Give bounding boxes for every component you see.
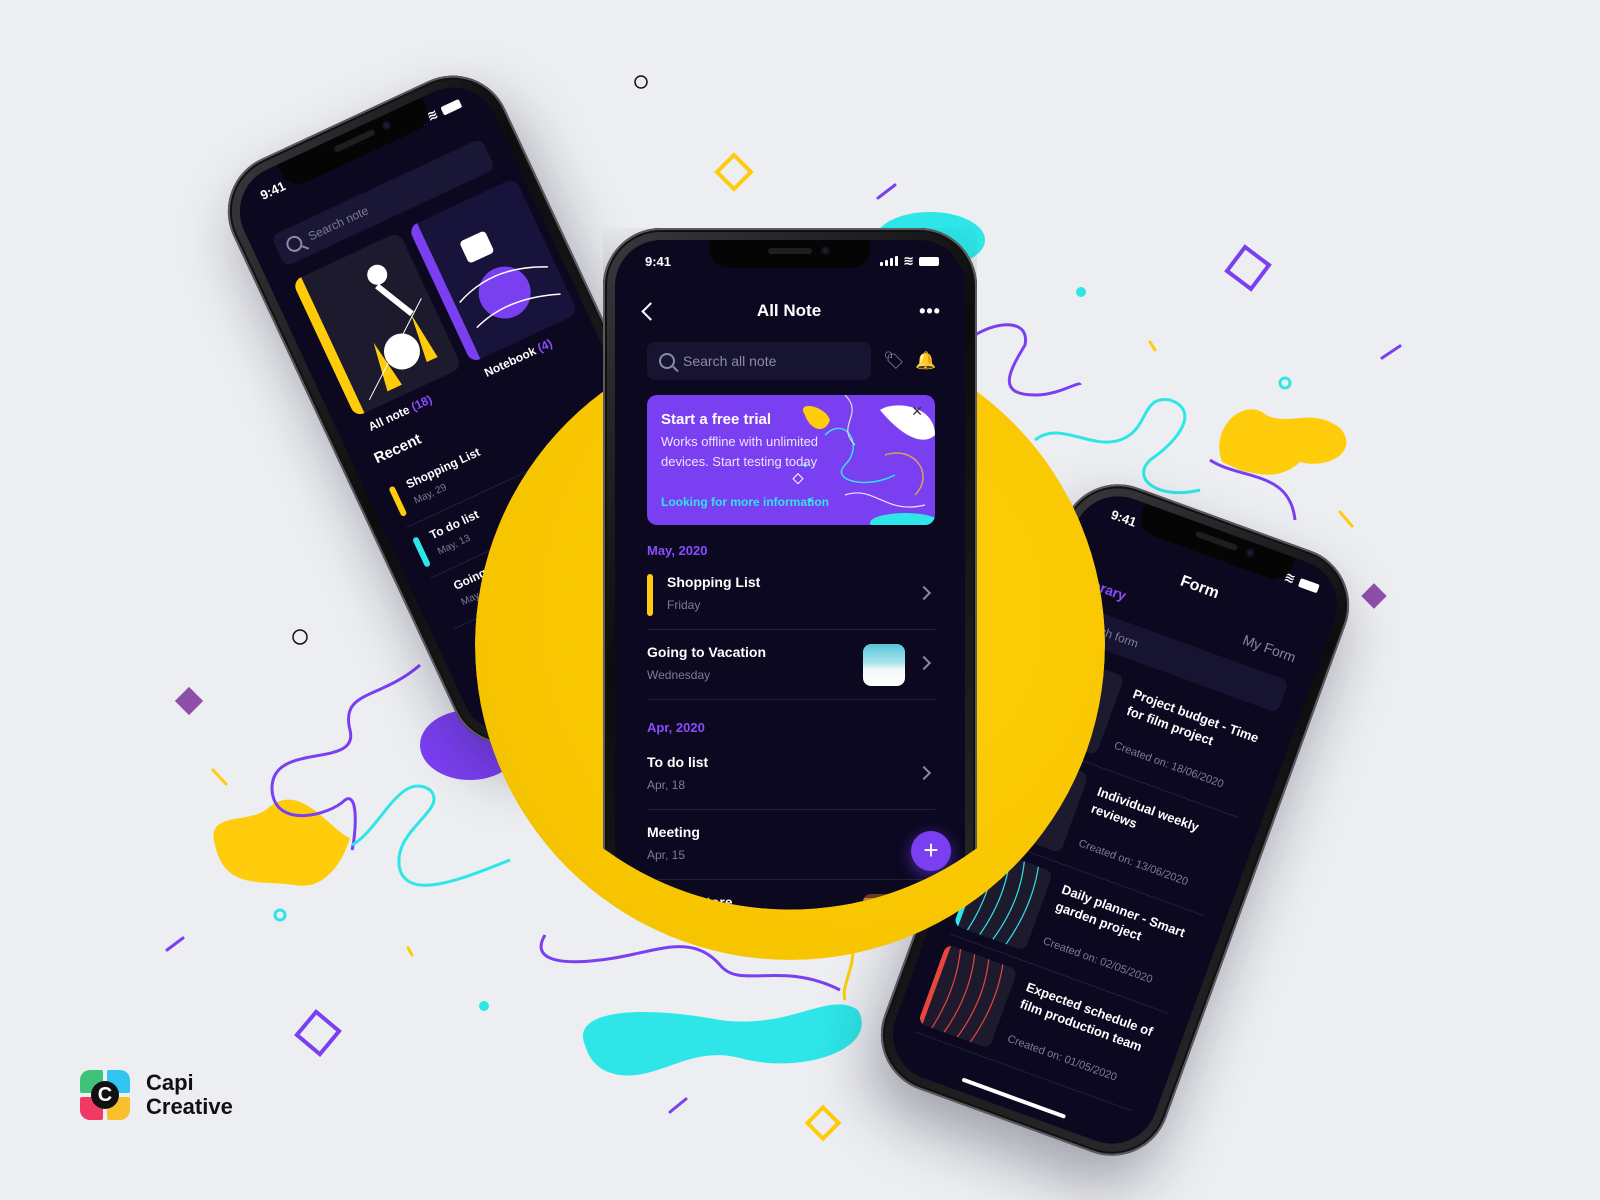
purple-diamond-solid-right xyxy=(1361,583,1387,609)
note-date: Apr, 15 xyxy=(647,848,686,862)
notch xyxy=(710,240,870,268)
camera-icon xyxy=(821,246,830,255)
cyan-dot-bottom xyxy=(479,1001,489,1011)
cyan-dot-right xyxy=(1076,287,1086,297)
cyan-ring-right xyxy=(1278,376,1292,390)
note-title: To do list xyxy=(647,754,709,770)
showcase-stage: 9:41 ≋ Search note All note (18) Noteboo… xyxy=(0,0,1600,1200)
note-title: Shopping List xyxy=(667,574,761,590)
banner-title: Start a free trial xyxy=(661,411,772,428)
note-color-marker xyxy=(388,485,408,518)
note-date: Wednesday xyxy=(647,668,711,682)
black-ring-left xyxy=(292,629,308,645)
camera-icon xyxy=(380,119,393,132)
note-color-marker xyxy=(412,536,432,568)
note-row[interactable]: Meeting Apr, 15 xyxy=(647,810,935,880)
center-phone-screen: 9:41 ≋ All Note ••• 🏷 🔔 xyxy=(615,240,965,976)
status-time: 9:41 xyxy=(645,253,672,269)
yellow-diamond-outline-bottom xyxy=(804,1104,842,1142)
search-bar xyxy=(647,342,871,380)
signal-icon xyxy=(880,256,898,266)
purple-diamond-outline-right xyxy=(1224,244,1272,292)
more-horizontal-icon[interactable]: ••• xyxy=(919,301,941,322)
yellow-blob-left xyxy=(213,799,350,886)
month-heading: May, 2020 xyxy=(647,543,708,558)
tag-icon[interactable]: 🏷 xyxy=(883,351,903,371)
cyan-blob-bottom xyxy=(582,1004,862,1076)
banner-body: Works offline with unlimited devices. St… xyxy=(661,434,819,469)
purple-diamond-outline-bottom xyxy=(294,1009,342,1057)
yellow-dash-bottom xyxy=(406,946,414,957)
search-icon xyxy=(283,233,306,255)
brand-name: Capi Creative xyxy=(146,1070,233,1119)
cyan-squiggle-left xyxy=(351,784,511,887)
note-row[interactable]: Shopping List Friday xyxy=(647,560,935,630)
status-time: 9:41 xyxy=(257,177,288,203)
free-trial-banner: Start a free trial Works offline with un… xyxy=(647,395,935,525)
add-note-fab[interactable]: + xyxy=(911,831,951,871)
beach-thumbnail xyxy=(863,644,905,686)
bell-icon[interactable]: 🔔 xyxy=(915,351,935,371)
purple-dash-top xyxy=(876,183,897,200)
page-title: All Note xyxy=(756,301,822,320)
battery-icon xyxy=(919,257,939,266)
battery-icon xyxy=(440,98,463,116)
tab-my-form[interactable]: My Form xyxy=(1241,631,1298,665)
purple-diamond-solid-left xyxy=(174,686,204,716)
search-icon xyxy=(659,353,675,369)
chevron-right-icon xyxy=(917,586,931,600)
chevron-left-icon[interactable] xyxy=(639,301,659,321)
month-heading: Apr, 2020 xyxy=(647,720,705,735)
yellow-diamond-outline-top xyxy=(714,152,754,192)
note-date: Apr, 18 xyxy=(647,778,686,792)
chevron-right-icon xyxy=(917,766,931,780)
yellow-dash-small xyxy=(1148,340,1157,352)
note-row[interactable]: Going to Vacation Wednesday xyxy=(647,630,935,700)
black-ring-top xyxy=(634,75,648,89)
note-title: Meeting xyxy=(647,824,700,840)
more-information-link[interactable]: Looking for more information xyxy=(661,495,829,509)
camera-icon xyxy=(1244,546,1256,559)
purple-dash-bottom xyxy=(668,1097,688,1114)
capi-logo-icon: C xyxy=(80,1070,130,1120)
search-all-note-input[interactable] xyxy=(683,353,859,369)
close-icon[interactable]: ✕ xyxy=(911,403,923,420)
cyan-squiggle-right xyxy=(1034,398,1201,495)
purple-dash-left xyxy=(165,936,185,952)
purple-dash-right xyxy=(1380,344,1402,360)
battery-icon xyxy=(1298,577,1320,593)
center-phone: 9:41 ≋ All Note ••• 🏷 🔔 xyxy=(603,228,977,988)
chevron-right-icon xyxy=(917,656,931,670)
note-color-marker xyxy=(647,574,653,616)
search-row: 🏷 🔔 xyxy=(647,342,935,380)
purple-squiggle-right xyxy=(974,323,1082,397)
yellow-dash-left xyxy=(211,768,228,786)
note-date: Friday xyxy=(667,598,701,612)
form-cover xyxy=(917,943,1018,1049)
cyan-ring-left xyxy=(273,908,287,922)
note-row[interactable]: To do list Apr, 18 xyxy=(647,740,935,810)
wifi-icon: ≋ xyxy=(903,253,914,268)
nav-bar: All Note ••• xyxy=(639,296,941,326)
brand-logo: C Capi Creative xyxy=(80,1070,233,1120)
note-title: Going to Vacation xyxy=(647,644,767,660)
status-time: 9:41 xyxy=(1109,506,1139,530)
recent-heading: Recent xyxy=(371,430,425,468)
yellow-blob-right xyxy=(1219,409,1347,475)
yellow-dash-right xyxy=(1338,510,1354,528)
